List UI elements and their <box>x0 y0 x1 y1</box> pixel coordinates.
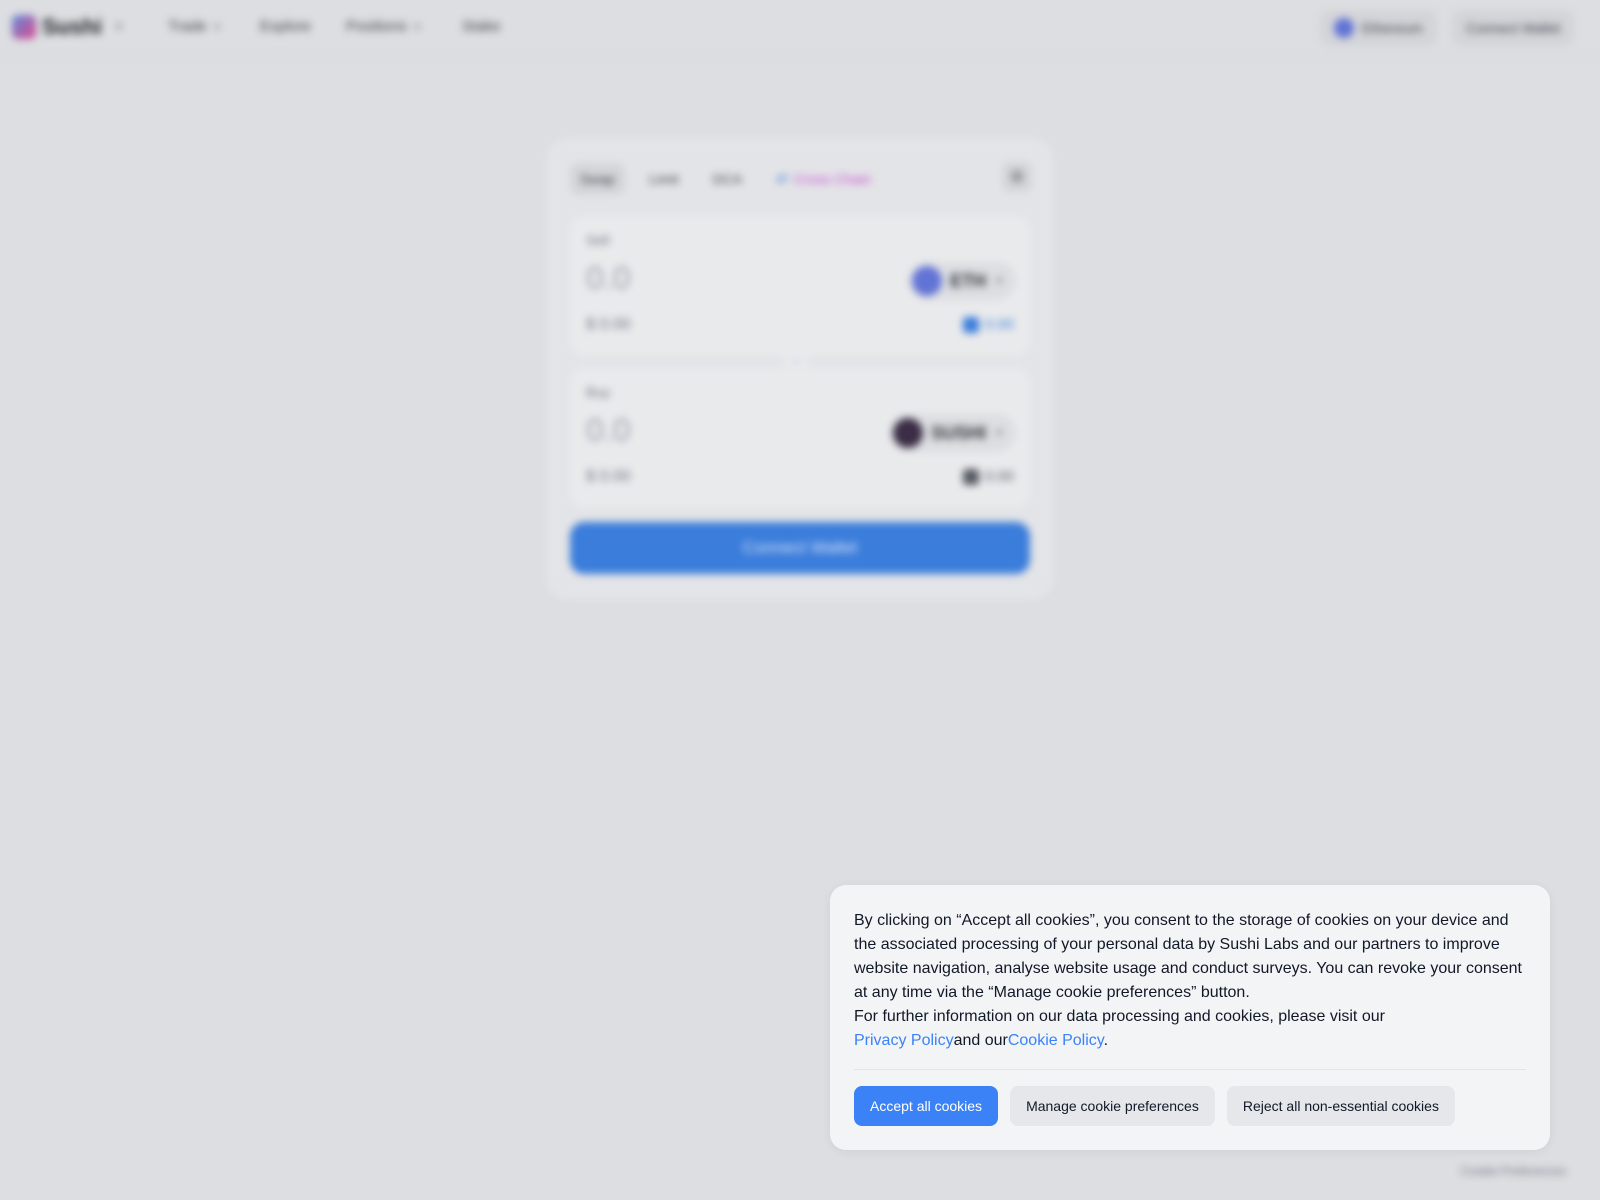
wallet-icon <box>962 468 979 485</box>
nav-stake[interactable]: Stake <box>462 18 500 35</box>
settings-button[interactable]: ⚙ <box>1002 162 1032 192</box>
chevron-down-icon: ▼ <box>994 427 1004 439</box>
connect-wallet-nav-label: Connect Wallet <box>1466 20 1561 36</box>
tab-cross-chain[interactable]: ⇄ Cross Chain <box>766 162 881 195</box>
cross-chain-icon: ⇄ <box>776 170 788 186</box>
tab-limit[interactable]: Limit <box>639 163 689 195</box>
buy-panel: Buy 0.0 $ 0.00 SUSHI ▼ 0.00 <box>570 368 1030 508</box>
connect-wallet-nav-button[interactable]: Connect Wallet <box>1452 10 1575 46</box>
buy-balance: 0.00 <box>962 468 1014 485</box>
sell-panel: Sell 0.0 $ 0.00 ETH ▼ 0.00 <box>570 216 1030 356</box>
and-our-text: and our <box>953 1032 1008 1049</box>
brand[interactable]: Sushi ▼ <box>12 14 124 40</box>
nav-stake-label: Stake <box>462 18 501 35</box>
arrow-down-icon: ↓ <box>793 353 799 367</box>
cookie-policy-link[interactable]: Cookie Policy <box>1008 1032 1104 1049</box>
divider <box>854 1069 1526 1070</box>
buy-usd-value: $ 0.00 <box>586 468 631 485</box>
cookie-banner: By clicking on “Accept all cookies”, you… <box>830 885 1550 1150</box>
cookie-consent-paragraph: By clicking on “Accept all cookies”, you… <box>854 912 1522 1001</box>
cookie-text: By clicking on “Accept all cookies”, you… <box>854 909 1526 1053</box>
sell-token-symbol: ETH <box>950 270 987 291</box>
ethereum-icon <box>1334 18 1354 38</box>
sell-amount-input[interactable]: 0.0 <box>586 260 630 297</box>
sell-usd-value: $ 0.00 <box>586 316 631 333</box>
buy-label: Buy <box>586 384 611 400</box>
reject-non-essential-cookies-button[interactable]: Reject all non-essential cookies <box>1226 1086 1455 1126</box>
eth-token-icon <box>912 266 943 296</box>
chevron-down-icon: ▼ <box>412 21 422 32</box>
period-text: . <box>1103 1032 1109 1049</box>
sell-balance-value: 0.00 <box>984 316 1014 333</box>
brand-name: Sushi <box>42 14 102 39</box>
network-label: Ethereum <box>1362 20 1423 36</box>
nav-explore[interactable]: Explore <box>260 18 311 35</box>
sell-label: Sell <box>586 232 610 248</box>
buy-token-symbol: SUSHI <box>931 422 987 443</box>
nav-explore-label: Explore <box>260 18 311 35</box>
chevron-down-icon: ▼ <box>113 21 124 33</box>
manage-cookie-preferences-button[interactable]: Manage cookie preferences <box>1010 1086 1215 1126</box>
tab-dca[interactable]: DCA <box>703 163 753 195</box>
nav-positions-label: Positions <box>346 18 407 35</box>
nav-trade-label: Trade <box>168 18 207 35</box>
top-navigation: Sushi ▼ Trade ▼ Explore Positions ▼ Stak… <box>0 0 1600 56</box>
sell-token-selector[interactable]: ETH ▼ <box>908 262 1016 300</box>
chevron-down-icon: ▼ <box>212 21 222 32</box>
accept-all-cookies-button[interactable]: Accept all cookies <box>854 1086 999 1126</box>
tab-cross-chain-label: Cross Chain <box>793 170 871 187</box>
swap-card: Swap Limit DCA ⇄ Cross Chain ⚙ Sell 0.0 … <box>546 138 1054 600</box>
cookie-info-text: For further information on our data proc… <box>854 1008 1385 1025</box>
nav-trade[interactable]: Trade ▼ <box>168 18 222 35</box>
cookie-info-paragraph: For further information on our data proc… <box>854 1005 1526 1053</box>
cookie-actions: Accept all cookies Manage cookie prefere… <box>854 1086 1526 1126</box>
buy-amount-input[interactable]: 0.0 <box>586 412 630 449</box>
network-selector[interactable]: Ethereum <box>1320 10 1437 46</box>
chevron-down-icon: ▼ <box>994 275 1004 287</box>
wallet-icon <box>962 316 979 333</box>
connect-wallet-button[interactable]: Connect Wallet <box>570 522 1030 574</box>
tab-swap[interactable]: Swap <box>570 162 626 195</box>
gear-icon: ⚙ <box>1009 169 1025 186</box>
sell-balance[interactable]: 0.00 <box>962 316 1014 333</box>
cookie-preferences-link[interactable]: Cookie Preferences <box>1461 1164 1566 1178</box>
privacy-policy-link[interactable]: Privacy Policy <box>854 1032 954 1049</box>
swap-tabs: Swap Limit DCA ⇄ Cross Chain <box>570 162 881 195</box>
sushi-token-icon <box>893 418 924 448</box>
sushi-logo-icon <box>12 15 36 39</box>
nav-positions[interactable]: Positions ▼ <box>346 18 422 35</box>
buy-balance-value: 0.00 <box>984 468 1014 485</box>
buy-token-selector[interactable]: SUSHI ▼ <box>889 414 1016 452</box>
